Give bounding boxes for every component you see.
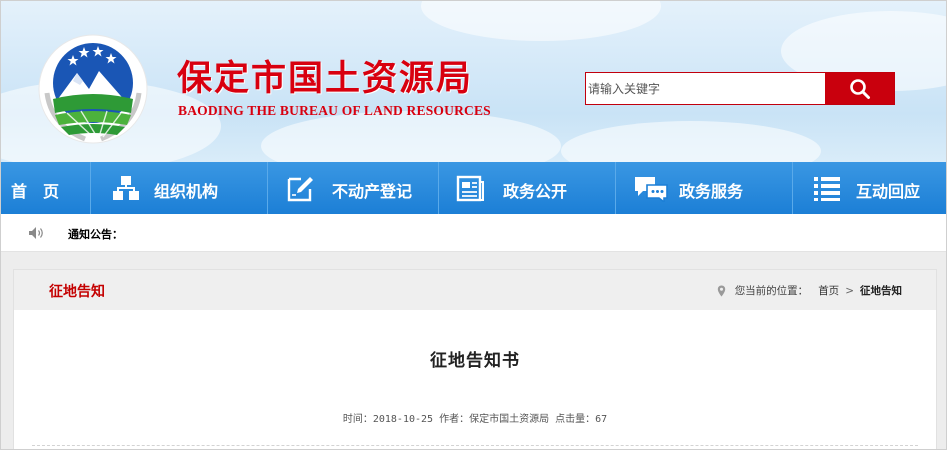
page: 保定市国土资源局 BAODING THE BUREAU OF LAND RESO… — [0, 0, 947, 450]
nav-item-label: 首 页 — [11, 182, 60, 201]
nav-item-home[interactable]: 首 页 — [1, 162, 91, 214]
location-pin-icon — [717, 285, 725, 296]
nav-item-label: 政务公开 — [503, 182, 568, 201]
article-meta: 时间：2018-10-25 作者：保定市国土资源局 点击量：67 — [342, 414, 608, 425]
notice-label: 通知公告： — [68, 228, 123, 241]
header-banner: 保定市国土资源局 BAODING THE BUREAU OF LAND RESO… — [1, 1, 946, 162]
nav-item-label: 互动回应 — [856, 182, 921, 201]
article-title: 征地告知书 — [430, 351, 520, 371]
nav-item-government-services[interactable]: 政务服务 — [616, 162, 793, 214]
section-title: 征地告知 — [49, 284, 105, 300]
speaker-icon — [29, 227, 43, 239]
divider — [32, 445, 918, 446]
content-panel: 征地告知 您当前的位置： 首页 > 征地告知 征地告知书 时间：2018-10-… — [13, 269, 937, 449]
breadcrumb-separator: > — [845, 284, 854, 297]
site-subtitle: BAODING THE BUREAU OF LAND RESOURCES — [178, 103, 491, 118]
notice-bar: 通知公告： — [1, 214, 946, 252]
list-icon — [814, 177, 840, 201]
nav-item-real-estate-registration[interactable]: 不动产登记 — [268, 162, 439, 214]
edit-document-icon — [287, 177, 313, 202]
main-nav: 首 页 组织机构 不动产登记 政务公开 政务服务 互动回应 — [1, 162, 946, 214]
org-chart-icon — [113, 176, 139, 200]
search-button[interactable] — [825, 73, 894, 104]
chat-bubbles-icon — [635, 177, 668, 202]
nav-item-interactive-response[interactable]: 互动回应 — [793, 162, 946, 214]
newspaper-icon — [456, 175, 484, 202]
breadcrumb-home-link[interactable]: 首页 — [818, 283, 839, 298]
bureau-logo — [38, 34, 148, 144]
panel-header: 征地告知 您当前的位置： 首页 > 征地告知 — [14, 270, 936, 310]
search-box — [585, 72, 895, 105]
search-input[interactable] — [586, 73, 825, 104]
breadcrumb-current: 征地告知 — [860, 285, 902, 297]
search-icon — [849, 78, 870, 99]
breadcrumb-prefix: 您当前的位置： — [734, 285, 809, 297]
nav-item-organization[interactable]: 组织机构 — [91, 162, 268, 214]
nav-item-label: 政务服务 — [679, 182, 744, 201]
nav-item-government-affairs[interactable]: 政务公开 — [439, 162, 616, 214]
nav-item-label: 不动产登记 — [332, 182, 413, 201]
breadcrumb: 您当前的位置： 首页 > 征地告知 — [717, 283, 902, 298]
site-title: 保定市国土资源局 — [177, 59, 474, 99]
nav-item-label: 组织机构 — [154, 182, 219, 201]
